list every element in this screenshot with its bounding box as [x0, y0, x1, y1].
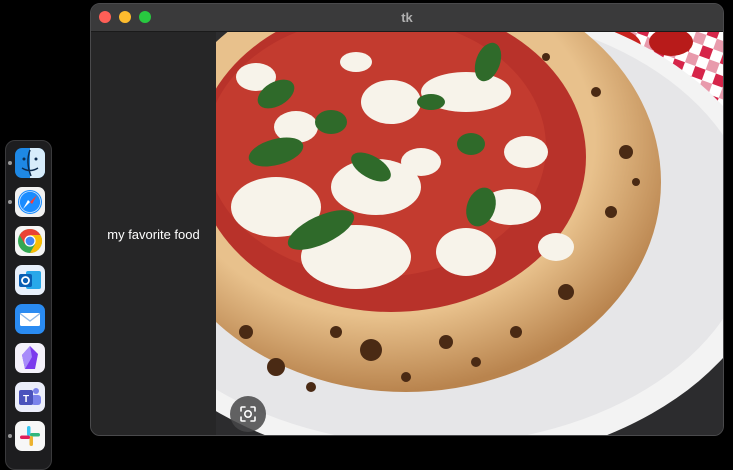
running-indicator — [8, 434, 12, 438]
outlook-icon[interactable] — [15, 265, 45, 295]
caption-label: my favorite food — [107, 227, 200, 242]
dock: T — [5, 140, 52, 470]
chrome-icon[interactable] — [15, 226, 45, 256]
finder-icon[interactable] — [15, 148, 45, 178]
teams-icon[interactable]: T — [15, 382, 45, 412]
visual-lookup-button[interactable] — [230, 396, 266, 432]
obsidian-icon[interactable] — [15, 343, 45, 373]
running-indicator — [8, 200, 12, 204]
running-indicator — [8, 161, 12, 165]
window-title: tk — [401, 10, 413, 25]
svg-text:T: T — [23, 394, 29, 405]
slack-icon[interactable] — [15, 421, 45, 451]
mail-icon[interactable] — [15, 304, 45, 334]
app-window: tk my favorite food — [90, 3, 724, 436]
scan-icon — [240, 406, 256, 422]
caption-panel: my favorite food — [91, 32, 216, 435]
pizza-photo — [216, 32, 723, 435]
pizza-image — [216, 32, 723, 435]
title-bar[interactable]: tk — [91, 4, 723, 32]
safari-icon[interactable] — [15, 187, 45, 217]
